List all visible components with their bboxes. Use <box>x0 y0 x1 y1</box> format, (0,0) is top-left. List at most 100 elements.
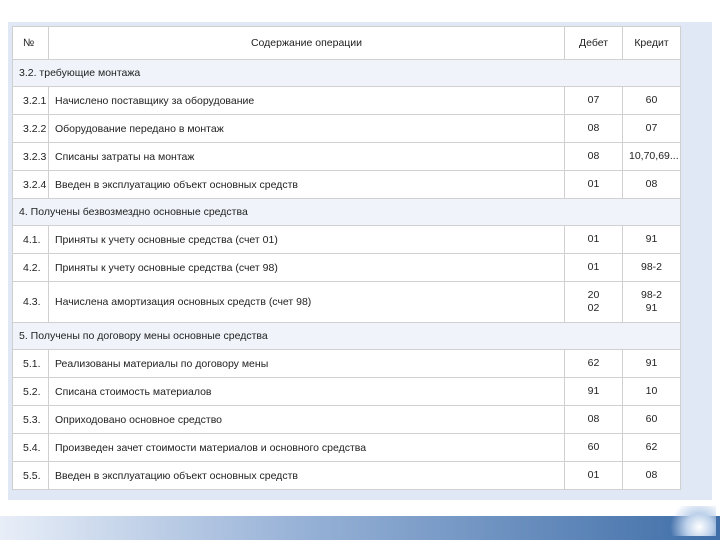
table-body: 3.2. требующие монтажа 3.2.1 Начислено пос… <box>12 59 681 490</box>
operation-number: 3.2.2 <box>12 114 49 143</box>
operation-description: Начислена амортизация основных средств (… <box>48 281 565 323</box>
credit-account: 07 <box>645 122 658 134</box>
table-row: 3.2.4 Введен в эксплуатацию объект основн… <box>12 170 681 199</box>
operation-description: Списаны затраты на монтаж <box>48 142 565 171</box>
section-title: 5. Получены по договору мены основные ср… <box>12 322 681 350</box>
operation-number: 4.3. <box>12 281 49 323</box>
debit-account-cell: 08 <box>564 405 623 434</box>
table-row: 4.2. Приняты к учету основные средства (с… <box>12 253 681 282</box>
table-row: 5.5. Введен в эксплуатацию объект основны… <box>12 461 681 490</box>
operation-description: Введен в эксплуатацию объект основных ср… <box>48 170 565 199</box>
operation-description: Оприходовано основное средство <box>48 405 565 434</box>
debit-account: 60 <box>587 441 600 453</box>
credit-account-cell: 98-2 <box>622 253 681 282</box>
section-row: 4. Получены безвозмездно основные средст… <box>12 198 681 226</box>
credit-account: 60 <box>645 94 658 106</box>
credit-account: 91 <box>645 302 658 314</box>
credit-account-cell: 10,70,69... <box>622 142 681 171</box>
debit-account: 02 <box>587 302 600 314</box>
credit-account-cell: 91 <box>622 349 681 378</box>
section-row: 3.2. требующие монтажа <box>12 59 681 87</box>
table-row: 3.2.1 Начислено поставщику за оборудовани… <box>12 86 681 115</box>
credit-account-cell: 62 <box>622 433 681 462</box>
debit-account-cell: 20 02 <box>564 281 623 323</box>
operation-number: 3.2.1 <box>12 86 49 115</box>
credit-account-cell: 08 <box>622 461 681 490</box>
debit-account: 01 <box>587 233 600 245</box>
debit-account: 08 <box>587 122 600 134</box>
operation-number: 5.3. <box>12 405 49 434</box>
credit-account: 98-2 <box>640 261 662 273</box>
debit-account: 01 <box>587 178 600 190</box>
table-row: 4.3. Начислена амортизация основных средс… <box>12 281 681 323</box>
debit-account-cell: 01 <box>564 253 623 282</box>
operation-number: 5.4. <box>12 433 49 462</box>
table-row: 5.1. Реализованы материалы по договору ме… <box>12 349 681 378</box>
operation-description: Приняты к учету основные средства (счет … <box>48 253 565 282</box>
debit-account: 62 <box>587 357 600 369</box>
debit-account-cell: 01 <box>564 461 623 490</box>
debit-account-cell: 62 <box>564 349 623 378</box>
table-row: 4.1. Приняты к учету основные средства (с… <box>12 225 681 254</box>
debit-account: 08 <box>587 413 600 425</box>
operations-table: № Содержание операции Дебет Кредит 3.2. … <box>12 26 681 490</box>
operation-number: 5.2. <box>12 377 49 406</box>
credit-account: 98-2 <box>640 289 662 301</box>
credit-account: 91 <box>645 233 658 245</box>
credit-account: 62 <box>645 441 658 453</box>
footer-gradient-bar <box>0 516 720 540</box>
debit-account-cell: 07 <box>564 86 623 115</box>
table-row: 5.4. Произведен зачет стоимости материало… <box>12 433 681 462</box>
debit-account-cell: 08 <box>564 114 623 143</box>
column-header-description: Содержание операции <box>48 26 565 60</box>
table-row: 3.2.3 Списаны затраты на монтаж 08 10,70,69… <box>12 142 681 171</box>
credit-account: 08 <box>645 469 658 481</box>
credit-account-cell: 98-2 91 <box>622 281 681 323</box>
column-header-credit: Кредит <box>622 26 681 60</box>
credit-account: 08 <box>645 178 658 190</box>
credit-account-cell: 07 <box>622 114 681 143</box>
credit-account: 91 <box>645 357 658 369</box>
operation-description: Введен в эксплуатацию объект основных ср… <box>48 461 565 490</box>
credit-account-cell: 91 <box>622 225 681 254</box>
credit-account-cell: 60 <box>622 405 681 434</box>
operation-description: Списана стоимость материалов <box>48 377 565 406</box>
credit-account-cell: 60 <box>622 86 681 115</box>
operation-number: 4.1. <box>12 225 49 254</box>
operation-number: 3.2.3 <box>12 142 49 171</box>
debit-account-cell: 01 <box>564 225 623 254</box>
debit-account: 91 <box>587 385 600 397</box>
operation-description: Приняты к учету основные средства (счет … <box>48 225 565 254</box>
credit-account-cell: 10 <box>622 377 681 406</box>
table-row: 3.2.2 Оборудование передано в монтаж 08 07 <box>12 114 681 143</box>
table-row: 5.3. Оприходовано основное средство 08 60 <box>12 405 681 434</box>
debit-account-cell: 60 <box>564 433 623 462</box>
operation-description: Оборудование передано в монтаж <box>48 114 565 143</box>
operation-number: 5.5. <box>12 461 49 490</box>
column-header-debit: Дебет <box>564 26 623 60</box>
operation-description: Произведен зачет стоимости материалов и … <box>48 433 565 462</box>
column-header-number: № <box>12 26 49 60</box>
debit-account: 20 <box>587 289 600 301</box>
operation-description: Реализованы материалы по договору мены <box>48 349 565 378</box>
debit-account: 08 <box>587 150 600 162</box>
credit-account: 10,70,69... <box>629 150 679 162</box>
section-title: 4. Получены безвозмездно основные средст… <box>12 198 681 226</box>
operation-number: 5.1. <box>12 349 49 378</box>
debit-account: 07 <box>587 94 600 106</box>
debit-account-cell: 91 <box>564 377 623 406</box>
table-header-row: № Содержание операции Дебет Кредит <box>12 26 681 60</box>
table-row: 5.2. Списана стоимость материалов 91 10 <box>12 377 681 406</box>
operation-description: Начислено поставщику за оборудование <box>48 86 565 115</box>
debit-account-cell: 01 <box>564 170 623 199</box>
section-title: 3.2. требующие монтажа <box>12 59 681 87</box>
credit-account: 60 <box>645 413 658 425</box>
footer-decoration <box>660 506 716 536</box>
debit-account-cell: 08 <box>564 142 623 171</box>
credit-account-cell: 08 <box>622 170 681 199</box>
section-row: 5. Получены по договору мены основные ср… <box>12 322 681 350</box>
credit-account: 10 <box>645 385 658 397</box>
operation-number: 3.2.4 <box>12 170 49 199</box>
debit-account: 01 <box>587 261 600 273</box>
operation-number: 4.2. <box>12 253 49 282</box>
